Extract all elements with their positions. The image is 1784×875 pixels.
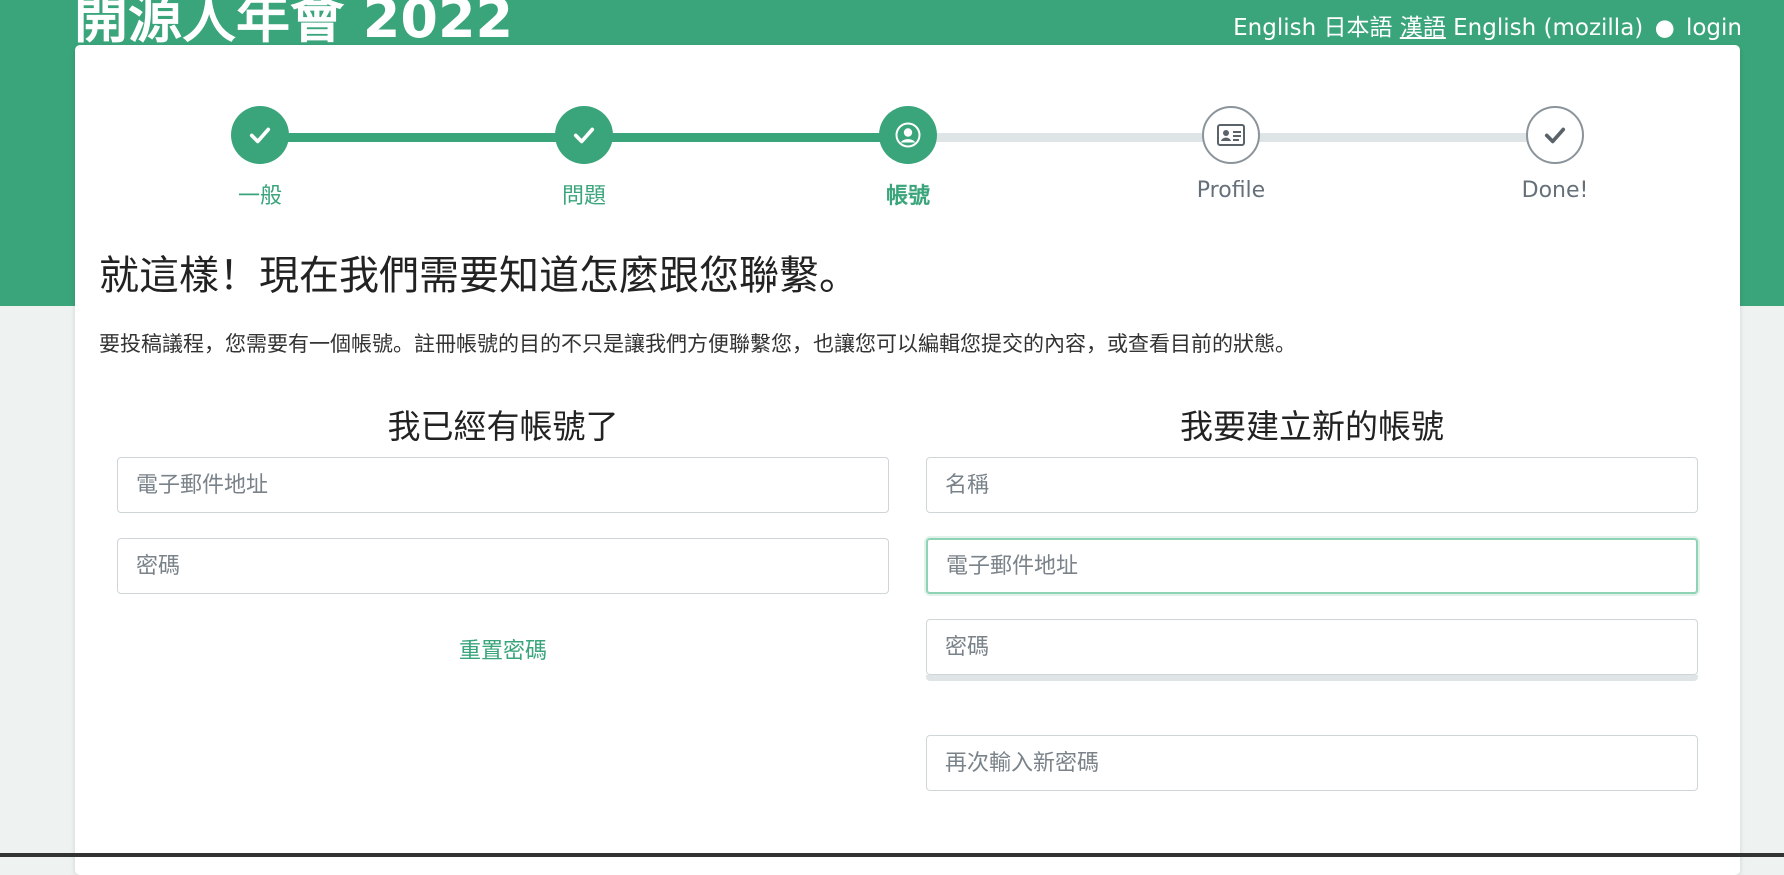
step-label: 一般 [237, 184, 282, 209]
reset-password-link[interactable]: 重置密碼 [103, 633, 903, 665]
user-circle-icon [879, 106, 937, 164]
intro-text: 要投稿議程，您需要有一個帳號。註冊帳號的目的不只是讓我們方便聯繫您，也讓您可以編… [99, 332, 1296, 356]
login-link[interactable]: login [1686, 15, 1742, 41]
bottom-edge [0, 853, 1784, 857]
login-email-field[interactable] [117, 457, 889, 513]
login-password-field[interactable] [117, 538, 889, 594]
language-nav: English 日本語 漢語 English (mozilla) ● login [1233, 8, 1742, 42]
step-profile: Profile [1151, 106, 1311, 203]
lang-chinese[interactable]: 漢語 [1400, 15, 1446, 41]
register-title: 我要建立新的帳號 [1180, 407, 1444, 446]
step-general[interactable]: 一般 [180, 106, 340, 210]
register-password-repeat-field[interactable] [926, 735, 1698, 791]
register-password-field[interactable] [926, 619, 1698, 675]
nav-separator: ● [1654, 15, 1675, 41]
check-icon [555, 106, 613, 164]
check-icon [231, 106, 289, 164]
register-email-field[interactable] [926, 538, 1698, 594]
main-card: 一般 問題 帳號 Profile Done! 就這樣！現在我們需要知道怎麼跟您聯… [75, 45, 1740, 875]
lang-english-mozilla[interactable]: English (mozilla) [1453, 15, 1643, 41]
lang-english[interactable]: English [1233, 15, 1316, 41]
id-card-icon [1202, 106, 1260, 164]
step-questions[interactable]: 問題 [504, 106, 664, 210]
step-label: 問題 [561, 184, 606, 209]
progress-stepper: 一般 問題 帳號 Profile Done! [75, 45, 1740, 215]
step-account: 帳號 [828, 106, 988, 210]
step-label: Done! [1521, 178, 1589, 203]
step-done: Done! [1475, 106, 1635, 203]
page-heading: 就這樣！現在我們需要知道怎麼跟您聯繫。 [99, 253, 859, 299]
password-strength-bar [926, 675, 1698, 681]
step-label: Profile [1196, 178, 1266, 203]
lang-japanese[interactable]: 日本語 [1324, 15, 1393, 41]
register-name-field[interactable] [926, 457, 1698, 513]
login-title: 我已經有帳號了 [387, 407, 619, 446]
step-label: 帳號 [885, 184, 930, 209]
check-icon [1526, 106, 1584, 164]
